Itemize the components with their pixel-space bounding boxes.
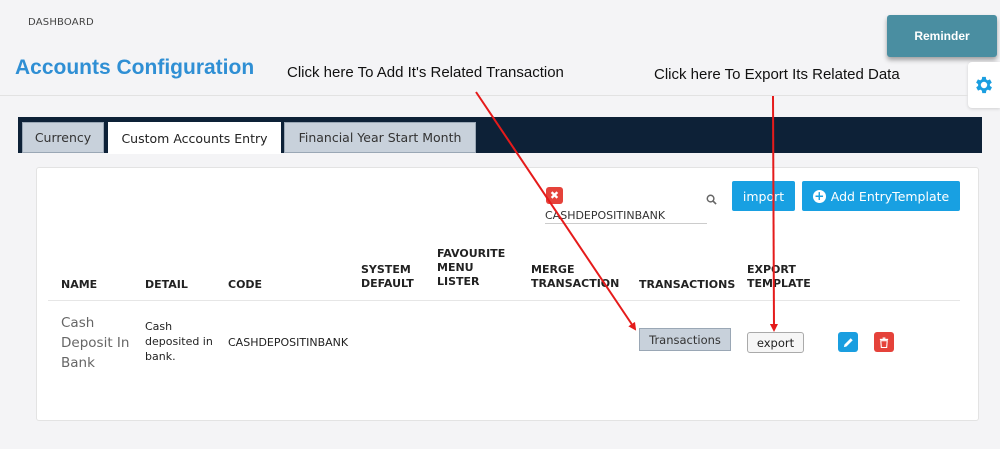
add-entry-template-button[interactable]: + Add EntryTemplate [802, 181, 960, 211]
cell-name: Cash Deposit In Bank [61, 315, 130, 371]
table-header-divider [48, 300, 960, 301]
header-divider [0, 95, 968, 96]
reminder-button[interactable]: Reminder [887, 15, 997, 57]
header-detail: DETAIL [145, 278, 188, 291]
annotation-export-hint: Click here To Export Its Related Data [654, 66, 900, 83]
header-system-default: SYSTEM DEFAULT [361, 263, 414, 290]
header-merge-transaction: MERGE TRANSACTION [531, 263, 620, 290]
tab-custom-accounts-entry[interactable]: Custom Accounts Entry [108, 122, 281, 154]
breadcrumb[interactable]: DASHBOARD [28, 17, 94, 28]
cell-code: CASHDEPOSITINBANK [228, 336, 349, 349]
close-icon: ✖ [549, 189, 560, 202]
import-button[interactable]: import [732, 181, 795, 211]
tab-bar: Currency Custom Accounts Entry Financial… [18, 117, 982, 154]
search-input[interactable] [545, 207, 707, 224]
add-entry-template-label: Add EntryTemplate [830, 188, 950, 204]
header-name: NAME [61, 278, 98, 291]
transactions-button[interactable]: Transactions [639, 328, 731, 351]
plus-circle-icon: + [812, 189, 826, 203]
tab-financial-year-start-month[interactable]: Financial Year Start Month [284, 122, 476, 153]
header-export-template: EXPORT TEMPLATE [747, 263, 811, 290]
trash-icon [879, 336, 889, 348]
pencil-icon [843, 337, 853, 347]
search-icon[interactable] [706, 190, 717, 209]
header-transactions: TRANSACTIONS [639, 278, 736, 291]
page-title: Accounts Configuration [15, 56, 255, 79]
edit-button[interactable] [838, 332, 858, 352]
tab-currency[interactable]: Currency [22, 122, 104, 153]
header-code: CODE [228, 278, 263, 291]
header-favourite-menu-lister: FAVOURITE MENU LISTER [437, 247, 506, 288]
delete-button[interactable] [874, 332, 894, 352]
settings-toggle[interactable] [968, 62, 1000, 108]
gear-icon [976, 76, 992, 94]
cell-detail: Cash deposited in bank. [145, 320, 213, 363]
annotation-transaction-hint: Click here To Add It's Related Transacti… [287, 64, 564, 81]
clear-search-button[interactable]: ✖ [546, 187, 563, 204]
export-button[interactable]: export [747, 332, 804, 353]
